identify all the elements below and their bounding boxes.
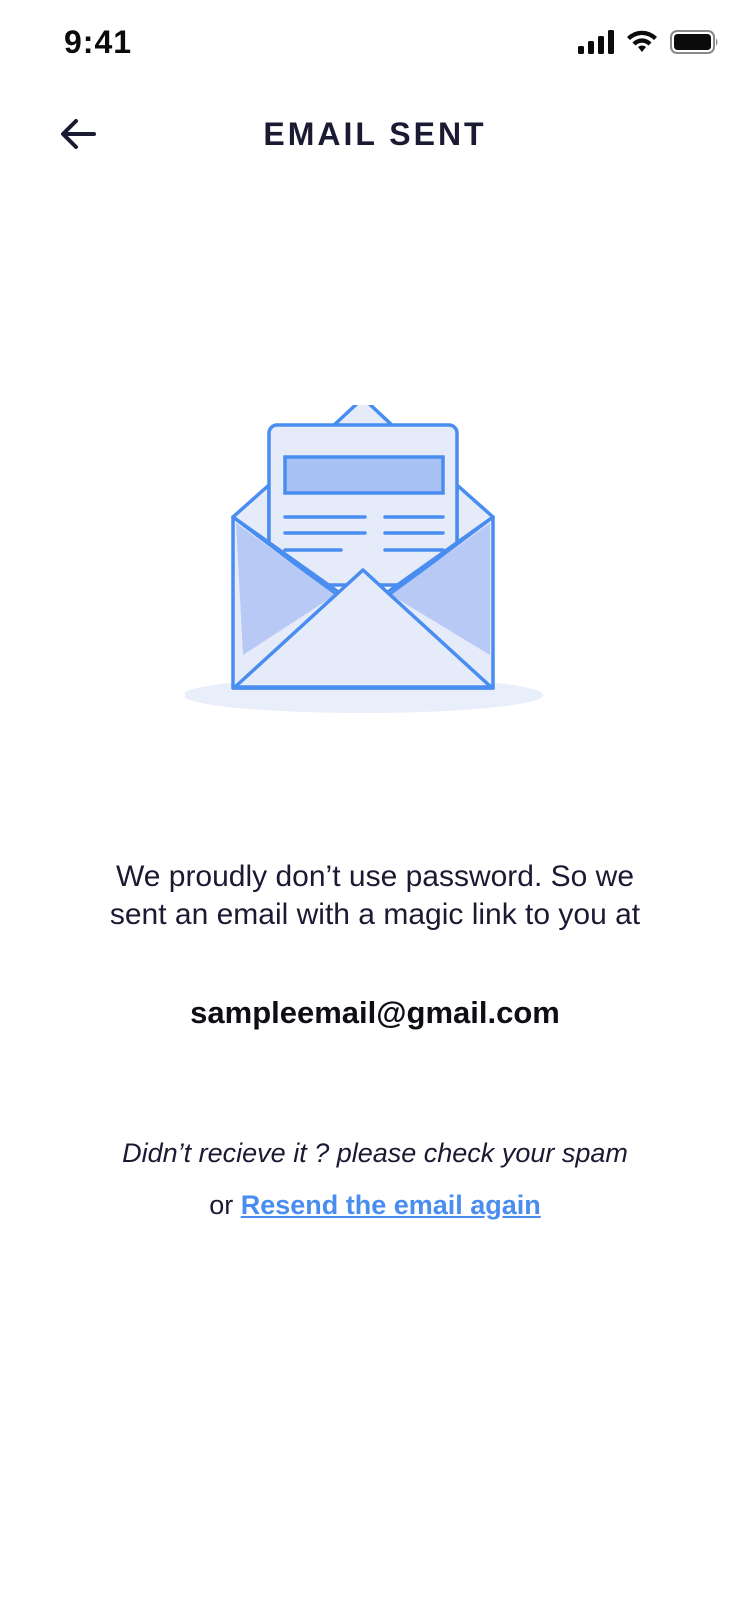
- resend-link[interactable]: Resend the email again: [241, 1190, 541, 1220]
- open-envelope-icon: [183, 396, 543, 713]
- info-message: We proudly don’t use password. So we sen…: [109, 860, 641, 931]
- resend-line: or Resend the email again: [0, 1190, 750, 1221]
- status-icons: [578, 30, 720, 54]
- email-illustration: [183, 396, 565, 735]
- status-time: 9:41: [64, 24, 133, 60]
- page-title: EMAIL SENT: [263, 116, 487, 152]
- header: EMAIL SENT: [0, 100, 750, 170]
- status-bar: 9:41: [0, 0, 750, 90]
- wifi-icon: [627, 30, 657, 52]
- signal-icon: [578, 30, 614, 54]
- email-address: sampleemail@gmail.com: [190, 995, 560, 1030]
- or-text: or: [209, 1190, 241, 1220]
- spam-note: Didn’t recieve it ? please check your sp…: [122, 1138, 628, 1168]
- battery-icon: [670, 30, 718, 54]
